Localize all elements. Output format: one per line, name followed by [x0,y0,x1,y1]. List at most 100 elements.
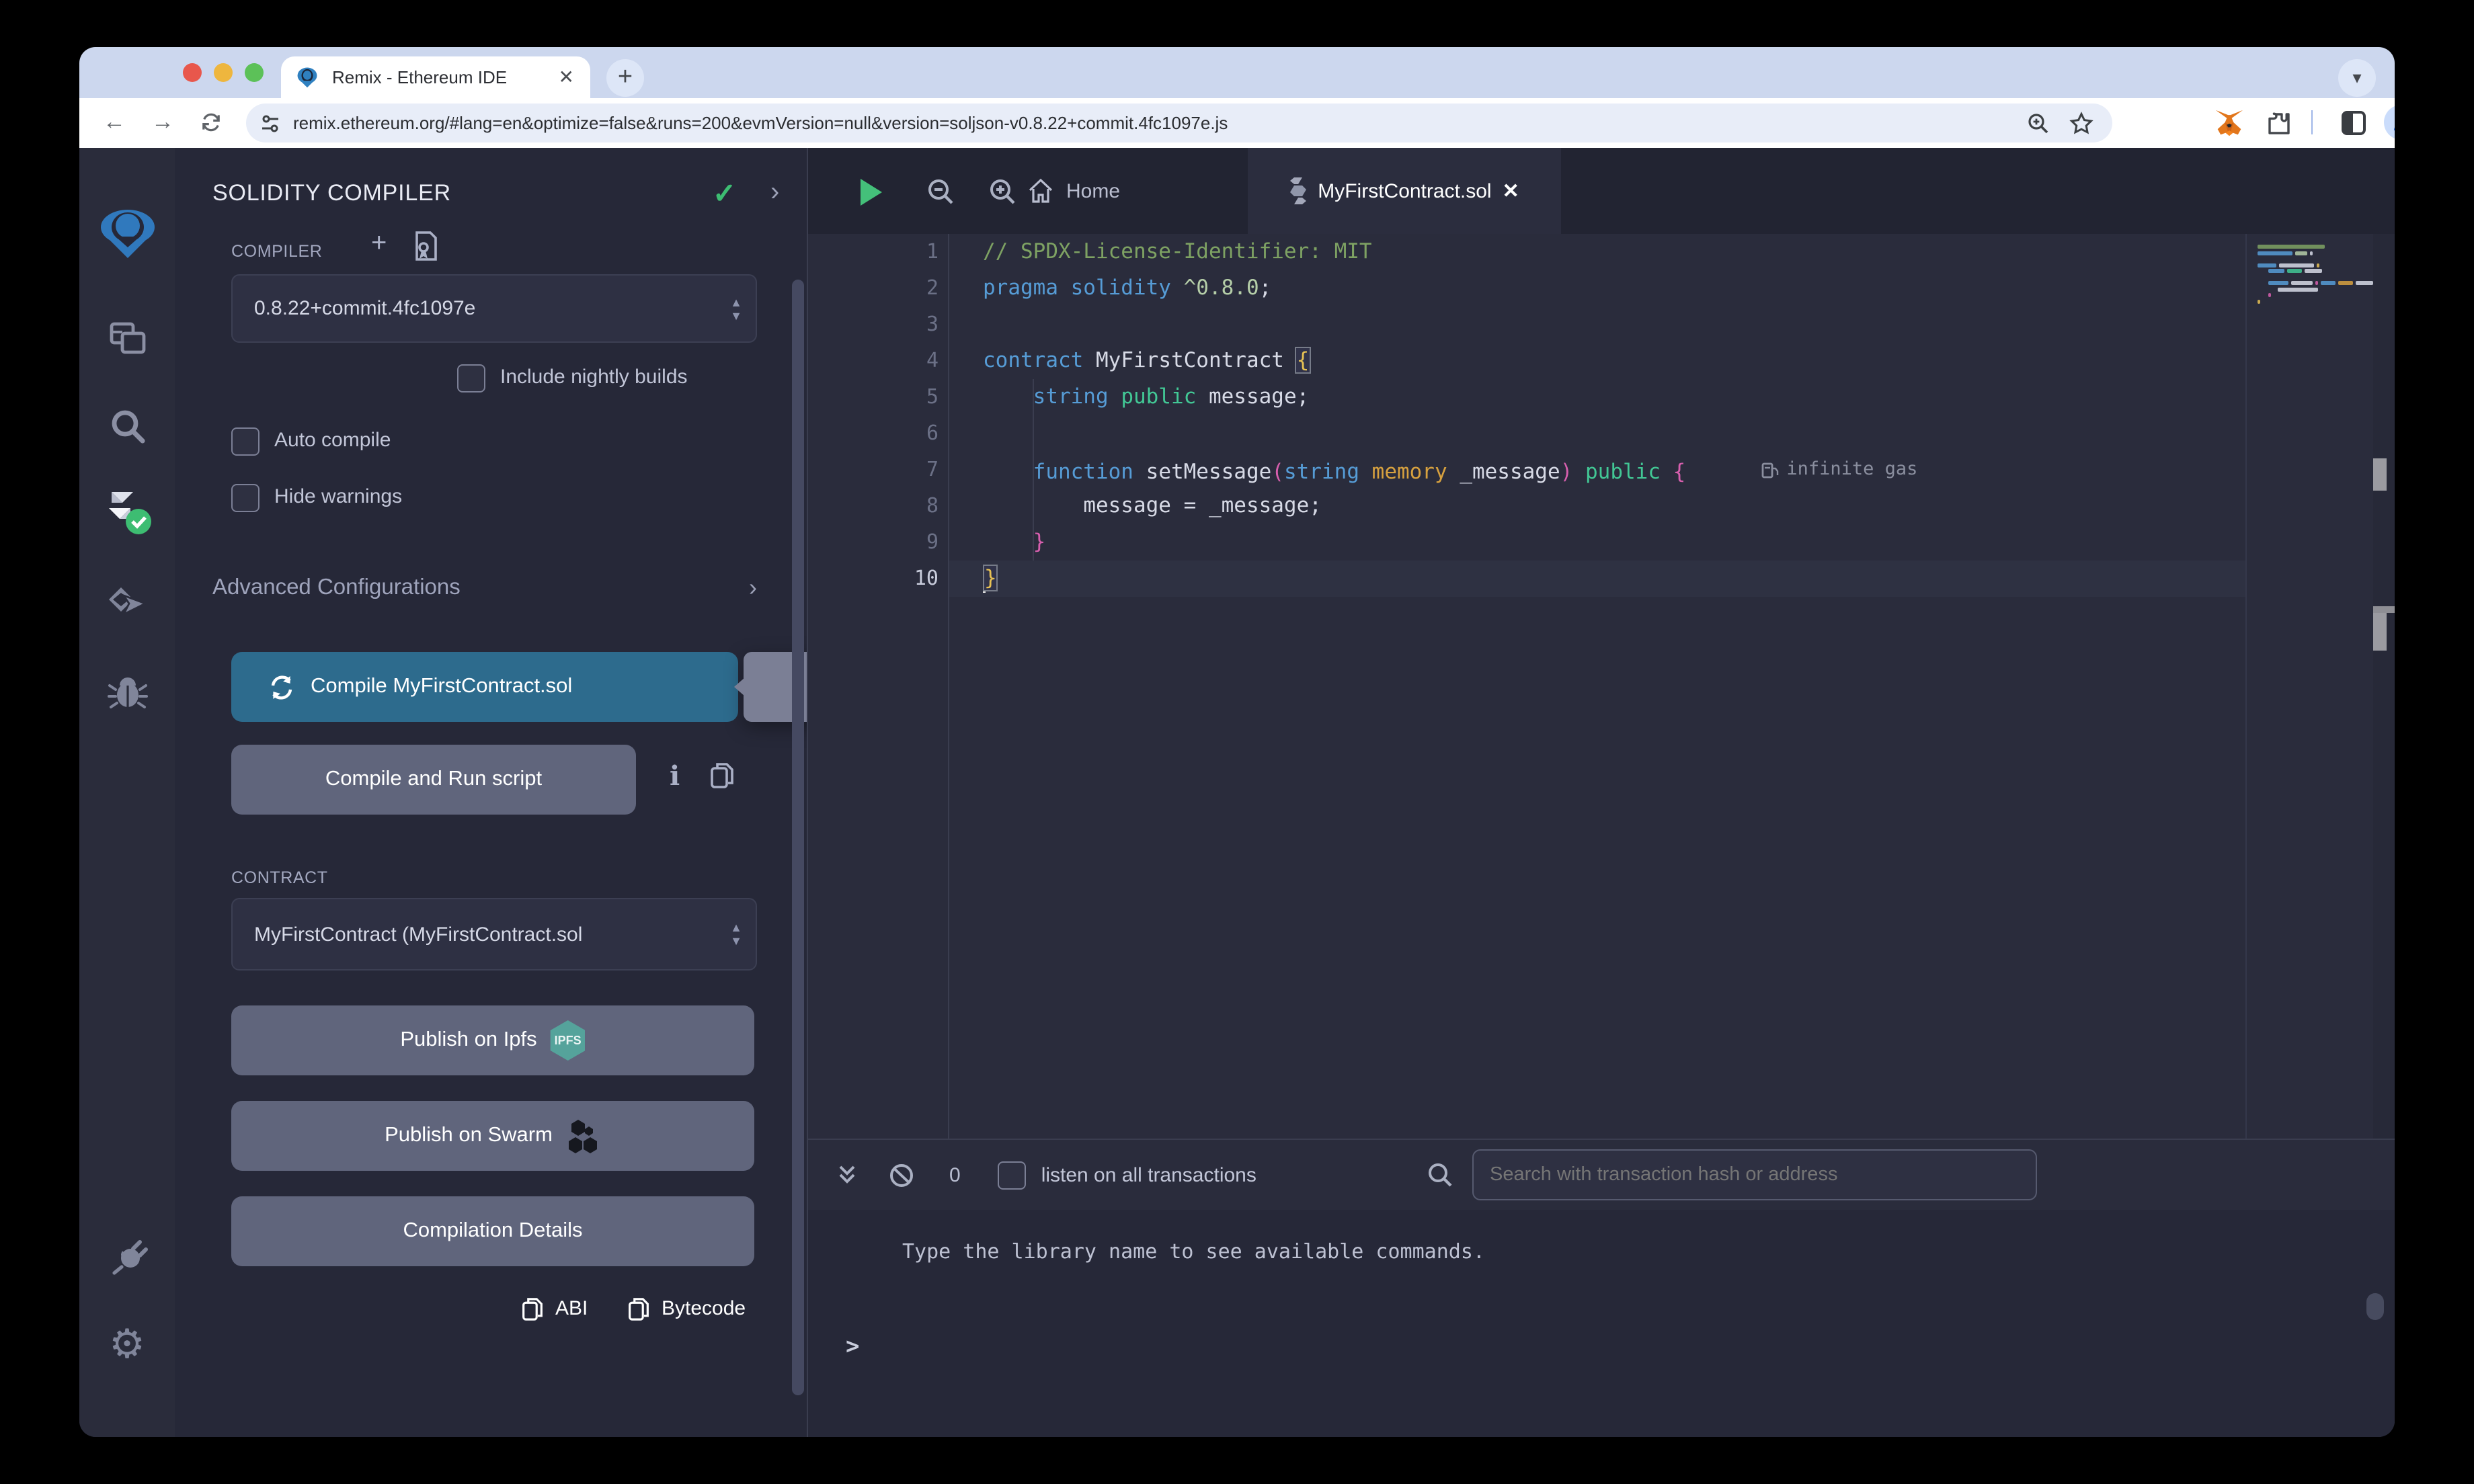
compile-button[interactable]: Compile MyFirstContract.sol [231,652,738,722]
hide-warnings-label[interactable]: Hide warnings [274,485,402,508]
compiler-version-select[interactable]: 0.8.22+commit.4fc1097e ▲▼ [231,274,757,343]
advanced-configurations-label[interactable]: Advanced Configurations [212,575,461,601]
nightly-builds-checkbox[interactable] [457,364,485,393]
compile-success-check-icon: ✓ [713,177,736,211]
bytecode-link[interactable]: Bytecode [662,1297,746,1320]
extensions-puzzle-icon[interactable] [2262,105,2297,140]
bookmark-star-icon[interactable] [2069,111,2093,135]
settings-gear-icon[interactable]: ⚙ [79,1315,175,1374]
gas-annotation: infinite gas [1761,452,1917,488]
contract-select[interactable]: MyFirstContract (MyFirstContract.sol ▲▼ [231,898,757,971]
tab-myfirstcontract[interactable]: MyFirstContract.sol ✕ [1248,148,1561,234]
plugin-manager-icon[interactable] [79,1226,175,1285]
code-editor[interactable]: 1// SPDX-License-Identifier: MIT2pragma … [808,234,2395,1139]
panel-collapse-chevron-icon[interactable]: › [770,177,779,208]
traffic-light-close[interactable] [183,63,202,82]
scrollbar-mark[interactable] [2373,613,2387,651]
collapse-terminal-icon[interactable] [838,1164,856,1186]
license-file-icon[interactable] [414,231,438,261]
code-line[interactable]: 7 function setMessage(string memory _mes… [808,452,2395,488]
select-arrows-icon: ▲▼ [730,899,742,969]
profile-avatar[interactable] [2384,105,2395,140]
browser-tabstrip: Remix - Ethereum IDE ✕ + ▾ [79,47,2395,98]
browser-tab[interactable]: Remix - Ethereum IDE ✕ [281,56,590,98]
code-line[interactable]: 3 [808,306,2395,343]
auto-compile-checkbox[interactable] [231,427,260,456]
panel-scrollbar[interactable] [792,280,804,1395]
site-settings-icon[interactable] [260,112,281,134]
select-arrows-icon: ▲▼ [730,276,742,341]
forward-button[interactable]: → [145,105,180,140]
scrollbar-mark[interactable] [2373,458,2387,491]
solidity-file-icon [1289,177,1307,204]
solidity-compiler-icon-active[interactable] [79,484,175,543]
code-line[interactable]: 9 } [808,524,2395,561]
terminal-search-input[interactable] [1474,1164,2036,1186]
traffic-light-minimize[interactable] [214,63,233,82]
code-line[interactable]: 6 [808,415,2395,452]
advanced-chevron-icon[interactable]: › [749,574,757,602]
hide-warnings-checkbox[interactable] [231,484,260,512]
compilation-details-button[interactable]: Compilation Details [231,1196,754,1266]
listen-transactions-checkbox[interactable] [998,1161,1027,1189]
code-line[interactable]: 2pragma solidity ^0.8.0; [808,270,2395,306]
code-line[interactable]: 4contract MyFirstContract { [808,343,2395,379]
swarm-logo-icon [566,1117,601,1155]
publish-swarm-label: Publish on Swarm [385,1124,553,1148]
tab-home[interactable]: Home [1027,148,1120,234]
refresh-icon [269,674,294,700]
tab-search-chevron-icon[interactable]: ▾ [2338,59,2376,97]
code-line[interactable]: 10} [808,561,2395,597]
zoom-in-icon[interactable] [983,172,1023,212]
terminal-search-box[interactable] [1472,1149,2037,1200]
contract-label: CONTRACT [231,868,328,887]
file-explorer-icon[interactable] [79,309,175,368]
reload-button[interactable] [194,105,229,140]
url-bar[interactable]: remix.ethereum.org/#lang=en&optimize=fal… [246,104,2112,142]
remix-app: ⚙ SOLIDITY COMPILER ✓ › COMPILER + 0.8.2… [79,148,2395,1437]
terminal-output[interactable]: Type the library name to see available c… [808,1210,2395,1437]
terminal-scrollbar[interactable] [2366,1293,2384,1320]
screen: Remix - Ethereum IDE ✕ + ▾ ← → remix.eth… [0,0,2474,1484]
back-button[interactable]: ← [97,105,132,140]
minimap[interactable] [2245,234,2375,1139]
zoom-icon[interactable] [2026,111,2050,135]
traffic-light-zoom[interactable] [245,63,264,82]
new-tab-button[interactable]: + [606,59,644,97]
listen-transactions-label[interactable]: listen on all transactions [1041,1163,1256,1186]
contract-select-value: MyFirstContract (MyFirstContract.sol [254,923,582,946]
tab-close-icon[interactable]: ✕ [559,66,574,89]
code-line[interactable]: 1// SPDX-License-Identifier: MIT [808,234,2395,270]
publish-swarm-button[interactable]: Publish on Swarm [231,1101,754,1171]
copy-bytecode-icon[interactable] [628,1297,649,1321]
deploy-run-icon[interactable] [79,575,175,634]
metamask-extension-icon[interactable] [2212,105,2247,140]
split-view-icon[interactable] [2336,105,2370,140]
zoom-out-icon[interactable] [921,172,961,212]
ipfs-logo-icon: IPFS [551,1020,586,1061]
auto-compile-label[interactable]: Auto compile [274,429,391,452]
clear-console-icon[interactable] [889,1162,914,1188]
publish-ipfs-label: Publish on Ipfs [400,1028,536,1053]
tab-close-icon[interactable]: ✕ [1503,179,1519,203]
info-icon[interactable]: i [670,759,680,792]
abi-link[interactable]: ABI [555,1297,588,1320]
nightly-builds-label[interactable]: Include nightly builds [500,366,688,388]
remix-favicon [296,66,319,89]
terminal-search-icon [1427,1161,1453,1188]
publish-ipfs-button[interactable]: Publish on Ipfs IPFS [231,1005,754,1075]
code-line[interactable]: 5 string public message; [808,379,2395,415]
compile-and-run-button[interactable]: Compile and Run script [231,745,636,815]
copy-icon[interactable] [710,762,734,789]
remix-logo-icon[interactable] [79,204,175,263]
code-line[interactable]: 8 message = _message; [808,488,2395,524]
debugger-bug-icon[interactable] [79,664,175,723]
terminal-toolbar: 0 listen on all transactions [808,1140,2395,1210]
search-icon[interactable] [79,398,175,457]
add-compiler-icon[interactable]: + [371,229,387,259]
copy-abi-icon[interactable] [522,1297,543,1321]
tab-title: Remix - Ethereum IDE [332,67,559,87]
url-text[interactable]: remix.ethereum.org/#lang=en&optimize=fal… [293,113,2026,133]
run-script-play-icon[interactable] [851,172,891,212]
scrollbar-mark [2373,606,2395,613]
